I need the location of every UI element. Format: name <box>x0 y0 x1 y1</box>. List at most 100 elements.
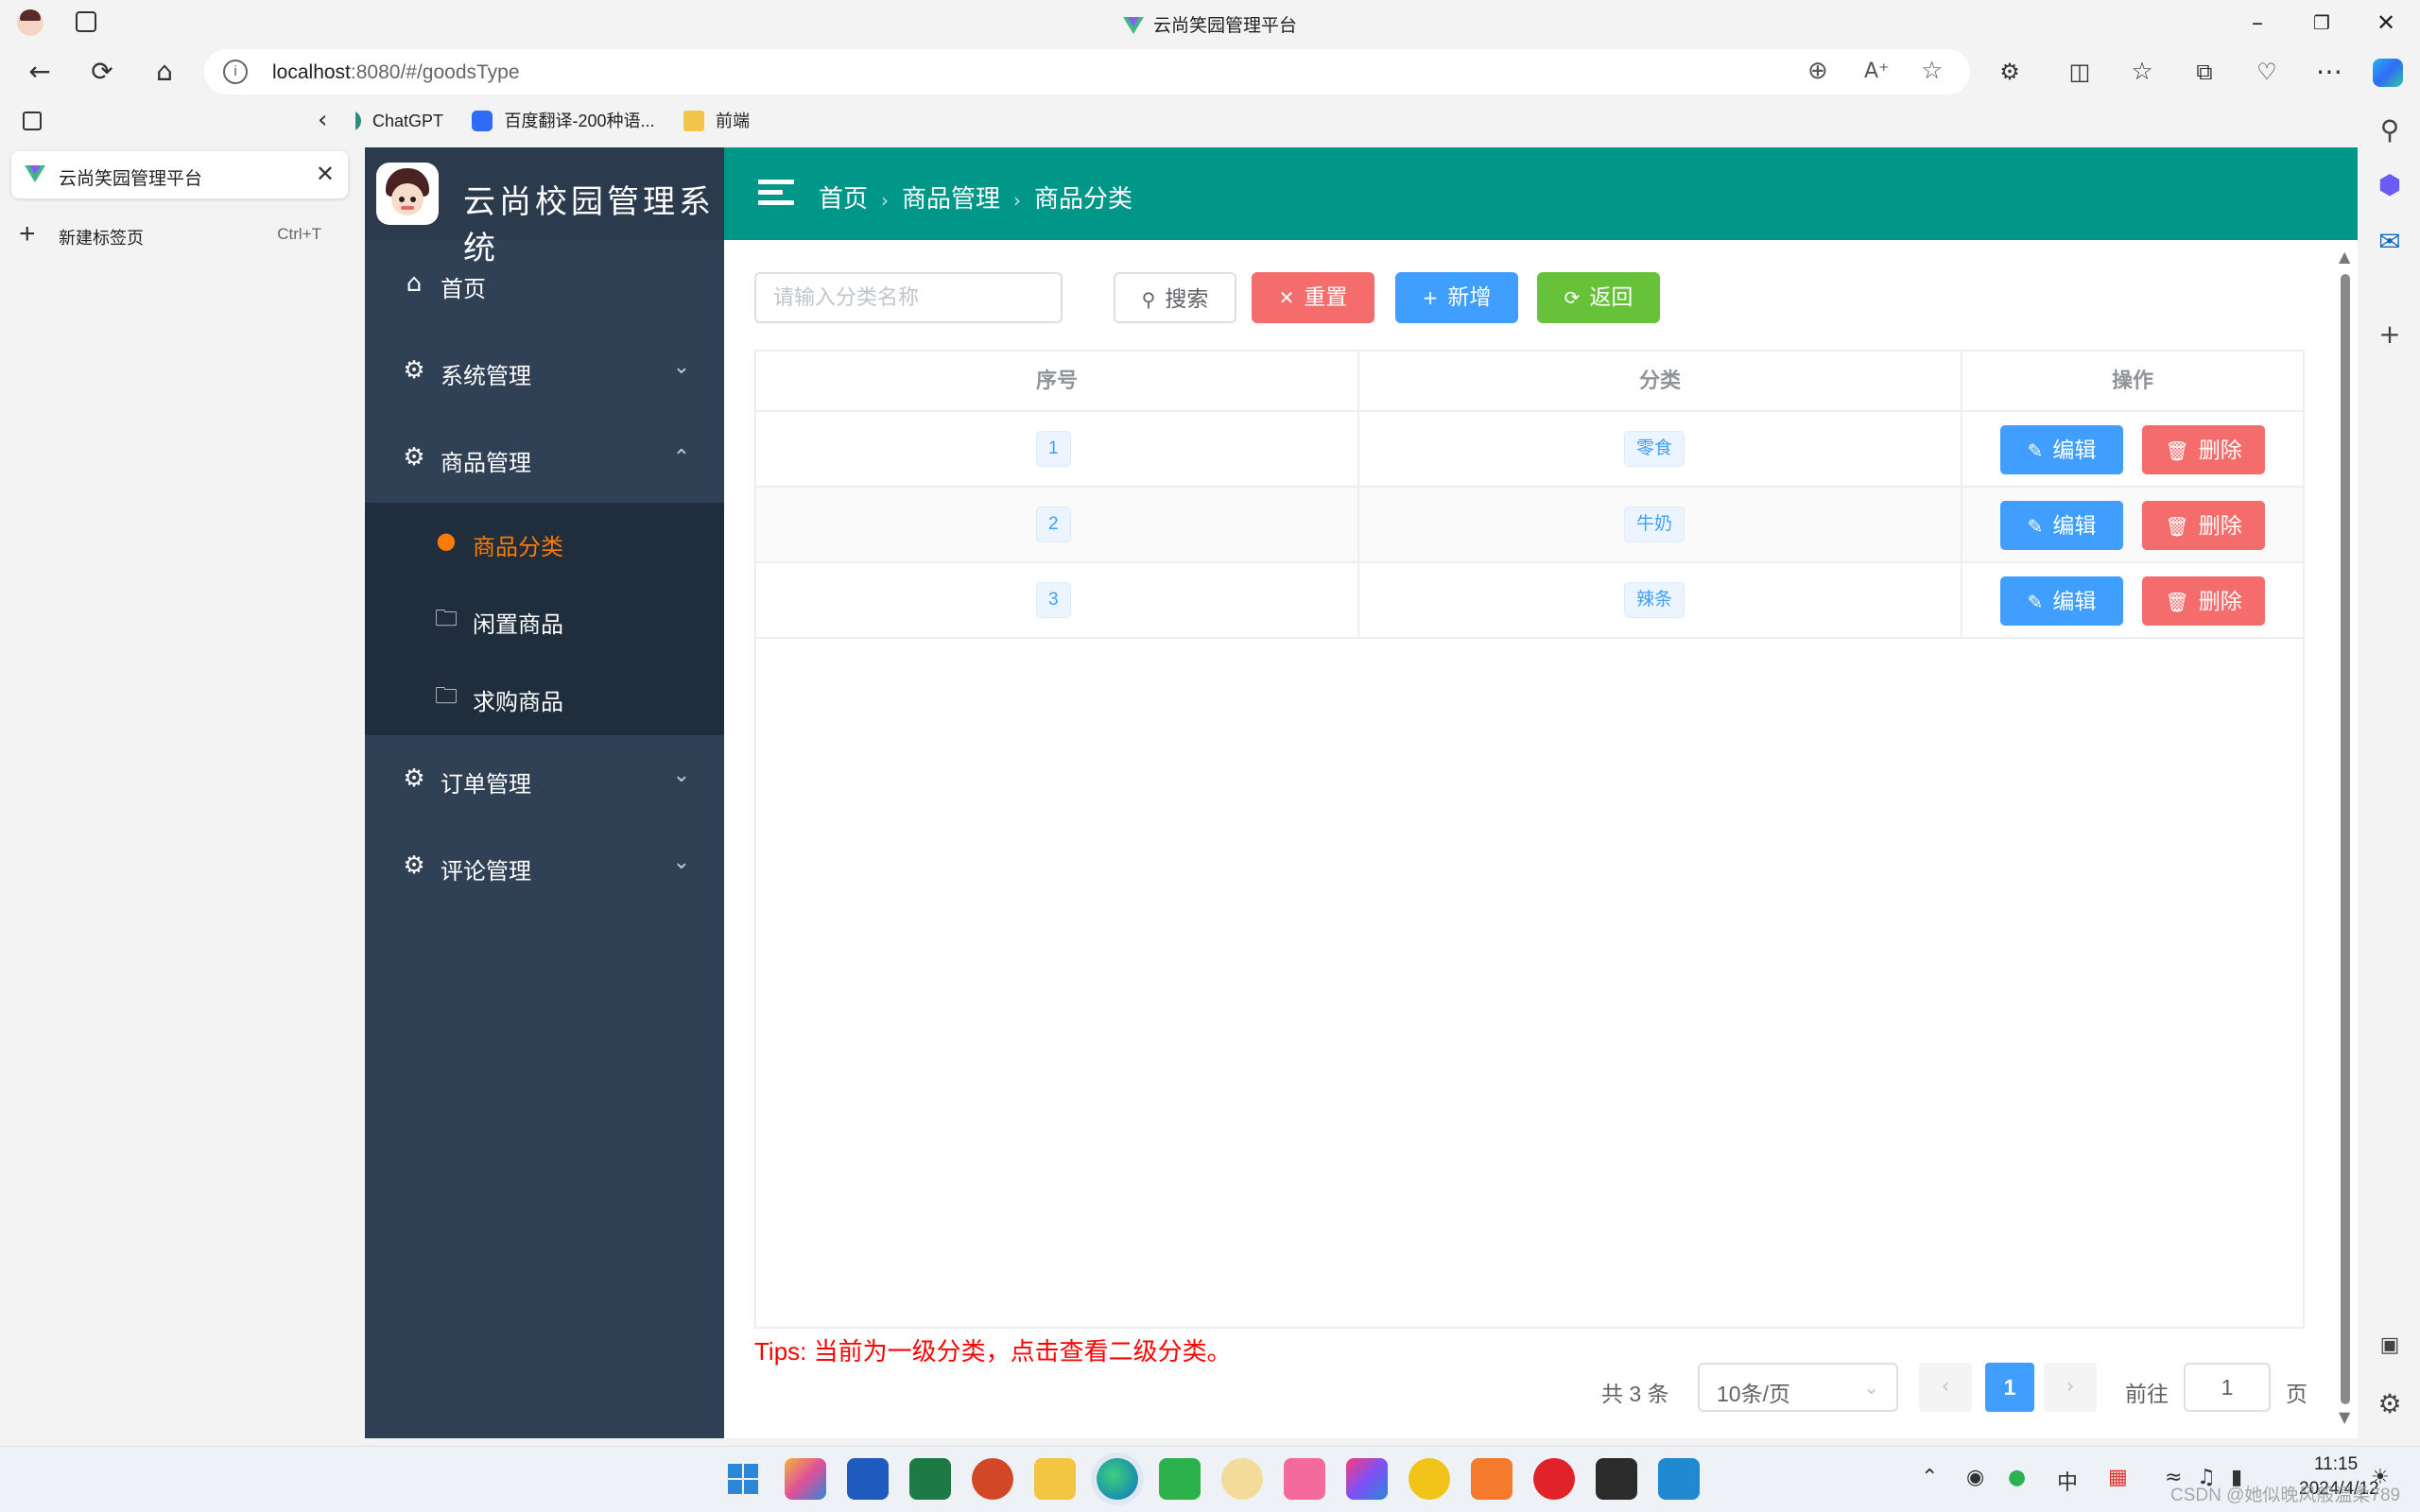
netease-music-icon[interactable] <box>1533 1458 1575 1500</box>
next-page-button[interactable]: › <box>2044 1363 2097 1412</box>
category-search-input[interactable] <box>754 272 1063 323</box>
sidebar-item-wanted-goods[interactable]: 🗀 求购商品 <box>365 658 724 735</box>
clock-time[interactable]: 11:15 <box>2314 1454 2358 1475</box>
bookmark-label: 前端 <box>715 112 750 130</box>
ime-indicator[interactable]: 中 <box>2057 1466 2078 1496</box>
app-tray-icon[interactable]: ▦ <box>2108 1466 2128 1489</box>
wechat-icon[interactable]: ● <box>2008 1466 2026 1489</box>
intellij-icon[interactable] <box>1346 1458 1388 1500</box>
edit-button[interactable]: ✎ 编辑 <box>2000 576 2123 626</box>
file-explorer-icon[interactable] <box>1034 1458 1076 1500</box>
extensions-icon[interactable]: ⚙ <box>1987 53 2032 91</box>
url-text[interactable]: localhost:8080/#/goodsType <box>272 61 520 84</box>
breadcrumb-home[interactable]: 首页 <box>819 184 868 213</box>
app-icon[interactable] <box>1471 1458 1512 1500</box>
search-icon[interactable]: ⚲ <box>2373 113 2407 147</box>
powerpoint-icon[interactable] <box>972 1458 1013 1500</box>
screenshot-icon[interactable]: ▣ <box>2373 1329 2407 1363</box>
scroll-up-icon[interactable]: ▲ <box>2339 248 2350 266</box>
breadcrumb-goods[interactable]: 商品管理 <box>902 184 1000 213</box>
window-title: 云尚笑园管理平台 <box>0 11 2420 37</box>
back-button[interactable]: ⟳ 返回 <box>1537 272 1660 323</box>
favorites-icon[interactable]: ☆ <box>2119 53 2165 91</box>
add-sidebar-icon[interactable]: + <box>2373 318 2407 352</box>
tab-actions-icon[interactable] <box>23 112 42 130</box>
vscode-icon[interactable] <box>1658 1458 1700 1500</box>
button-label: 编辑 <box>2052 513 2097 538</box>
bookmark-baidu-translate[interactable]: 百度翻译-200种语... <box>472 102 655 140</box>
scroll-down-icon[interactable]: ▼ <box>2339 1408 2350 1426</box>
favorite-star-icon[interactable]: ☆ <box>1921 57 1943 85</box>
copilot-icon[interactable] <box>2373 59 2403 87</box>
excel-icon[interactable] <box>909 1458 951 1500</box>
watermark-text: CSDN @她似晚风般温柔789 <box>2170 1486 2401 1505</box>
sidebar-item-goods[interactable]: ⚙ 商品管理 ⌃ <box>365 414 724 501</box>
sidebar-item-system[interactable]: ⚙ 系统管理 ⌄ <box>365 327 724 414</box>
bilibili-icon[interactable] <box>1284 1458 1325 1500</box>
home-icon[interactable]: ⌂ <box>142 53 187 91</box>
app-icon[interactable] <box>1221 1458 1263 1500</box>
sidebar-item-orders[interactable]: ⚙ 订单管理 ⌄ <box>365 735 724 822</box>
search-button[interactable]: ⚲ 搜索 <box>1114 272 1236 323</box>
split-screen-icon[interactable]: ◫ <box>2057 53 2102 91</box>
edit-icon: ✎ <box>2027 591 2044 613</box>
delete-button[interactable]: 🗑 删除 <box>2142 576 2265 626</box>
sidebar-item-goods-category[interactable]: ● 商品分类 <box>365 503 724 580</box>
category-tag[interactable]: 零食 <box>1624 431 1685 467</box>
qq-icon[interactable]: ◉ <box>1966 1466 1984 1489</box>
menu-label: 闲置商品 <box>473 612 563 638</box>
more-menu-icon[interactable]: ⋯ <box>2307 53 2352 91</box>
terminal-icon[interactable] <box>1596 1458 1637 1500</box>
bookmark-chatgpt[interactable]: ChatGPT <box>340 102 443 140</box>
restore-button[interactable]: ❐ <box>2293 4 2350 42</box>
word-icon[interactable] <box>847 1458 889 1500</box>
sidebar-item-home[interactable]: ⌂ 首页 <box>365 240 724 327</box>
scrollbar-thumb[interactable] <box>2341 274 2350 1404</box>
delete-button[interactable]: 🗑 删除 <box>2142 501 2265 550</box>
search-icon: ⚲ <box>1141 288 1156 311</box>
menu-toggle-icon[interactable] <box>758 180 794 208</box>
category-tag[interactable]: 辣条 <box>1624 582 1685 618</box>
tab-active[interactable]: 云尚笑园管理平台 ✕ <box>11 151 348 198</box>
start-menu-icon[interactable] <box>722 1458 764 1500</box>
index-tag: 1 <box>1036 431 1071 467</box>
url-path: :8080/#/goodsType <box>350 61 520 83</box>
hbuilder-icon[interactable] <box>1159 1458 1201 1500</box>
tools-icon[interactable]: ⬢ <box>2373 168 2407 202</box>
page-size-select[interactable]: 10条/页 ⌄ <box>1698 1363 1898 1412</box>
close-tab-icon[interactable]: ✕ <box>316 161 335 187</box>
site-info-icon[interactable]: i <box>223 60 248 84</box>
edit-button[interactable]: ✎ 编辑 <box>2000 501 2123 550</box>
reset-button[interactable]: ✕ 重置 <box>1252 272 1374 323</box>
edit-button[interactable]: ✎ 编辑 <box>2000 425 2123 474</box>
menu-label: 商品分类 <box>473 535 563 560</box>
refresh-icon[interactable]: ⟳ <box>79 53 125 91</box>
sidebar-item-idle-goods[interactable]: 🗀 闲置商品 <box>365 580 724 658</box>
back-icon[interactable]: ← <box>17 53 62 91</box>
edge-browser-icon[interactable] <box>1097 1458 1138 1500</box>
settings-icon[interactable]: ⚙ <box>2373 1387 2407 1421</box>
prev-page-button[interactable]: ‹ <box>1919 1363 1972 1412</box>
app-icon[interactable] <box>1409 1458 1450 1500</box>
goto-page-input[interactable] <box>2184 1363 2271 1412</box>
address-bar[interactable]: i localhost:8080/#/goodsType ⊕ A⁺ ☆ <box>204 49 1970 94</box>
bookmarks-bar: ChatGPT 百度翻译-200种语... 前端 <box>340 102 774 140</box>
read-aloud-icon[interactable]: A⁺ <box>1864 60 1890 83</box>
add-button[interactable]: + 新增 <box>1395 272 1518 323</box>
close-window-button[interactable]: ✕ <box>2358 4 2414 42</box>
page-number-current[interactable]: 1 <box>1985 1363 2034 1412</box>
copilot-app-icon[interactable] <box>785 1458 826 1500</box>
outlook-icon[interactable]: ✉ <box>2373 225 2407 259</box>
category-tag[interactable]: 牛奶 <box>1624 507 1685 542</box>
page-scrollbar[interactable]: ▲ ▼ <box>2337 248 2352 1438</box>
minimize-button[interactable]: – <box>2229 4 2286 42</box>
tray-expand-icon[interactable]: ⌃ <box>1921 1466 1938 1489</box>
bookmark-folder-frontend[interactable]: 前端 <box>683 102 750 140</box>
sidebar-item-comments[interactable]: ⚙ 评论管理 ⌄ <box>365 822 724 909</box>
collapse-pane-icon[interactable]: ‹ <box>318 106 327 134</box>
browser-essentials-icon[interactable]: ♡ <box>2244 53 2290 91</box>
delete-button[interactable]: 🗑 删除 <box>2142 425 2265 474</box>
collections-icon[interactable]: ⧉ <box>2182 53 2227 91</box>
new-tab-button[interactable]: + 新建标签页 Ctrl+T <box>19 215 340 253</box>
zoom-icon[interactable]: ⊕ <box>1807 57 1828 85</box>
